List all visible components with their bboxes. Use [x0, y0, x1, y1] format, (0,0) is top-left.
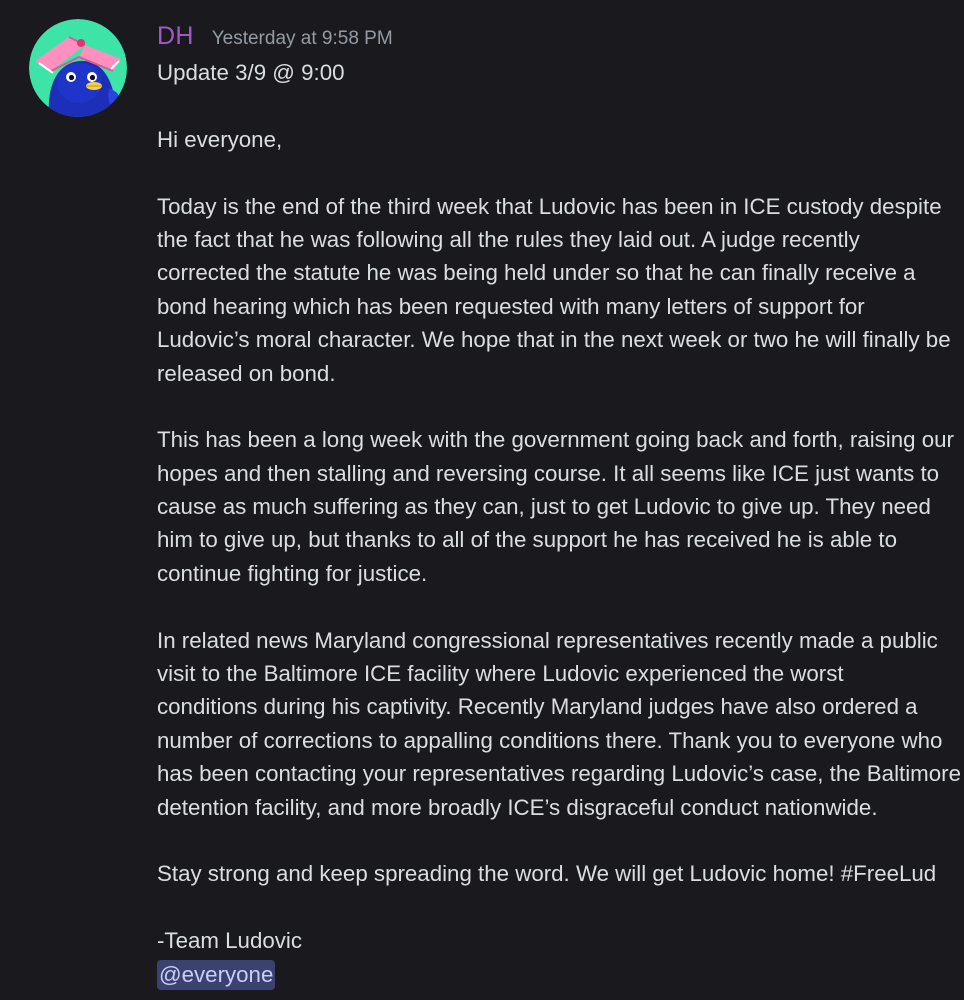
paragraph2-line: him to give up, but thanks to all of the… [157, 527, 897, 553]
paragraph2-line: hopes and then stalling and reversing co… [157, 460, 940, 486]
paragraph3-line: detention facility, and more broadly ICE… [157, 794, 878, 820]
penguin-with-book-icon [29, 19, 127, 117]
paragraph2-line: This has been a long week with the gover… [157, 427, 954, 453]
message-signature: -Team Ludovic [157, 928, 302, 954]
paragraph1-line: the fact that he was following all the r… [157, 226, 860, 252]
message-greeting: Hi everyone, [157, 126, 283, 152]
paragraph3-line: conditions during his captivity. Recentl… [157, 694, 918, 720]
paragraph3-line: number of corrections to appalling condi… [157, 727, 943, 753]
message-timestamp[interactable]: Yesterday at 9:58 PM [212, 28, 393, 50]
paragraph1-line: released on bond. [157, 360, 336, 386]
paragraph1-line: corrected the statute he was being held … [157, 260, 916, 286]
username[interactable]: DH [157, 22, 194, 51]
everyone-mention[interactable]: @everyone [157, 959, 276, 990]
paragraph3-line: visit to the Baltimore ICE facility wher… [157, 661, 844, 687]
message-title-line: Update 3/9 @ 9:00 [157, 60, 345, 85]
paragraph3-line: has been contacting your representatives… [157, 761, 961, 787]
message-header: DH Yesterday at 9:58 PM [157, 22, 393, 58]
paragraph1-line: Ludovic’s moral character. We hope that … [157, 327, 951, 353]
user-avatar[interactable] [29, 19, 127, 117]
mention-line: @everyone [157, 958, 964, 991]
paragraph2-line: continue fighting for justice. [157, 560, 428, 586]
chat-message: DH Yesterday at 9:58 PM Update 3/9 @ 9:0… [0, 0, 964, 1000]
message-content: Update 3/9 @ 9:00 Hi everyone, Today is … [157, 56, 964, 991]
paragraph3-line: In related news Maryland congressional r… [157, 627, 938, 653]
paragraph1-line: bond hearing which has been requested wi… [157, 293, 865, 319]
paragraph2-line: cause as much suffering as they can, jus… [157, 494, 931, 520]
paragraph1-line: Today is the end of the third week that … [157, 193, 942, 219]
message-closing: Stay strong and keep spreading the word.… [157, 861, 937, 887]
